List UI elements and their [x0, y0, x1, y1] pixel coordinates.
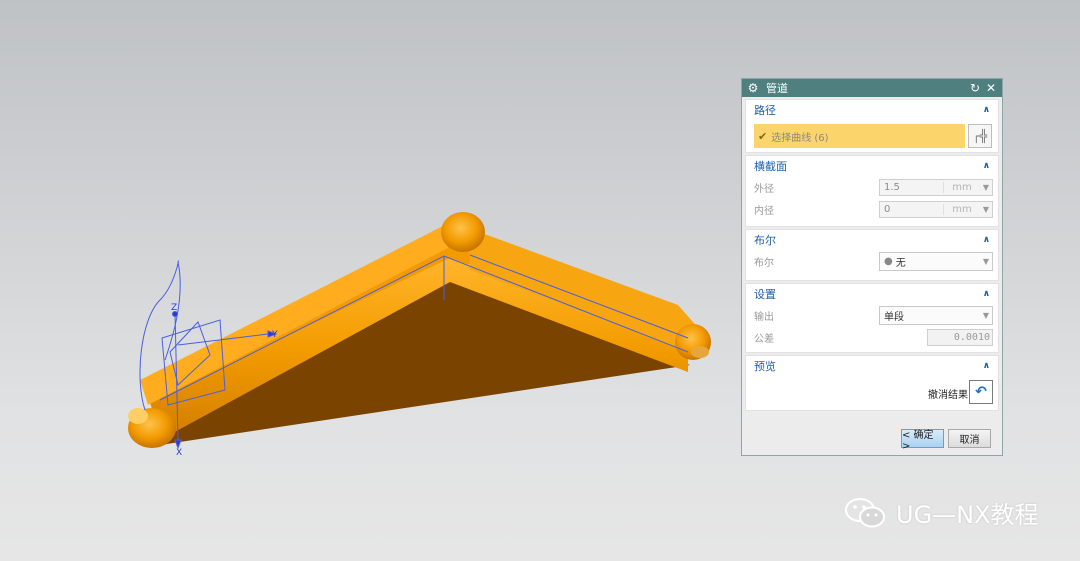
y-axis-label: Y: [271, 330, 278, 340]
tolerance-row: 公差 0.0010: [746, 326, 998, 348]
inner-diameter-unit: mm: [943, 204, 980, 215]
elbow-right-end: [691, 346, 709, 358]
chevron-up-icon[interactable]: ∧: [983, 361, 990, 371]
dialog-title: 管道: [766, 82, 788, 95]
chevron-up-icon[interactable]: ∧: [983, 161, 990, 171]
cancel-button[interactable]: 取消: [948, 429, 991, 448]
outer-diameter-input[interactable]: 1.5 mm ▼: [879, 179, 993, 196]
outer-diameter-unit: mm: [943, 182, 980, 193]
checkmark-icon: ✔: [758, 129, 768, 143]
tolerance-label: 公差: [754, 333, 774, 345]
boolean-row: 布尔 ● 无 ▼: [746, 250, 998, 272]
cross-section-title: 横截面: [754, 160, 787, 173]
pipe-model[interactable]: [128, 212, 711, 448]
cross-section-header[interactable]: 横截面 ∧: [746, 156, 998, 176]
undo-result-label: 撤消结果: [928, 390, 968, 401]
close-icon[interactable]: ✕: [984, 81, 998, 95]
watermark-text: UG—NX教程: [896, 501, 1039, 529]
chevron-up-icon[interactable]: ∧: [983, 105, 990, 115]
z-axis-label: Z: [171, 303, 177, 313]
outer-diameter-row: 外径 1.5 mm ▼: [746, 176, 998, 198]
boolean-header[interactable]: 布尔 ∧: [746, 230, 998, 250]
x-axis-label: X: [176, 448, 182, 458]
path-group-title: 路径: [754, 104, 776, 117]
select-curve-field[interactable]: ✔ 选择曲线 (6): [754, 124, 965, 148]
curve-selector-icon[interactable]: ┌╬: [968, 124, 992, 148]
inner-diameter-label: 内径: [754, 205, 774, 217]
elbow-left-end: [128, 408, 148, 424]
select-curve-label: 选择曲线 (6): [771, 132, 829, 144]
preview-title: 预览: [754, 360, 776, 373]
tolerance-value: 0.0010: [953, 332, 990, 343]
inner-diameter-row: 内径 0 mm ▼: [746, 198, 998, 220]
chevron-up-icon[interactable]: ∧: [983, 289, 990, 299]
preview-group: 预览 ∧ 撤消结果 ↶: [745, 355, 999, 411]
boolean-none-icon: ●: [884, 256, 893, 267]
settings-group: 设置 ∧ 输出 单段 ▼ 公差 0.0010: [745, 283, 999, 353]
reset-icon[interactable]: ↻: [968, 81, 982, 95]
path-group-header[interactable]: 路径 ∧: [746, 100, 998, 120]
path-group: 路径 ∧ ✔ 选择曲线 (6) ┌╬: [745, 99, 999, 153]
elbow-top: [441, 212, 485, 252]
dialog-titlebar: ⚙ 管道 ↻ ✕: [742, 79, 1002, 97]
settings-header[interactable]: 设置 ∧: [746, 284, 998, 304]
outer-diameter-value: 1.5: [884, 182, 900, 193]
cross-section-group: 横截面 ∧ 外径 1.5 mm ▼ 内径 0 mm ▼: [745, 155, 999, 227]
output-label: 输出: [754, 311, 774, 323]
settings-title: 设置: [754, 288, 776, 301]
tolerance-input[interactable]: 0.0010: [927, 329, 993, 346]
boolean-value: 无: [895, 258, 906, 269]
chevron-down-icon[interactable]: ▼: [980, 311, 992, 320]
ok-button[interactable]: < 确定 >: [901, 429, 944, 452]
boolean-group: 布尔 ∧ 布尔 ● 无 ▼: [745, 229, 999, 281]
preview-header[interactable]: 预览 ∧: [746, 356, 998, 376]
pipe-dialog: ⚙ 管道 ↻ ✕ 路径 ∧ ✔ 选择曲线 (6) ┌╬ 横截面 ∧ 外径 1.5…: [741, 78, 1003, 456]
inner-diameter-input[interactable]: 0 mm ▼: [879, 201, 993, 218]
undo-icon: ↶: [975, 384, 987, 400]
output-row: 输出 单段 ▼: [746, 304, 998, 326]
chevron-down-icon[interactable]: ▼: [980, 205, 992, 214]
undo-result-button[interactable]: ↶: [969, 380, 993, 404]
wechat-icon: [845, 497, 885, 527]
boolean-label: 布尔: [754, 257, 774, 269]
output-value: 单段: [884, 312, 904, 323]
chevron-down-icon[interactable]: ▼: [980, 257, 992, 266]
outer-diameter-label: 外径: [754, 183, 774, 195]
output-select[interactable]: 单段 ▼: [879, 306, 993, 325]
chevron-down-icon[interactable]: ▼: [980, 183, 992, 192]
boolean-select[interactable]: ● 无 ▼: [879, 252, 993, 271]
boolean-title: 布尔: [754, 234, 776, 247]
watermark: UG—NX教程: [844, 495, 1039, 530]
gear-icon: ⚙: [747, 81, 759, 95]
inner-diameter-value: 0: [884, 204, 891, 215]
chevron-up-icon[interactable]: ∧: [983, 235, 990, 245]
